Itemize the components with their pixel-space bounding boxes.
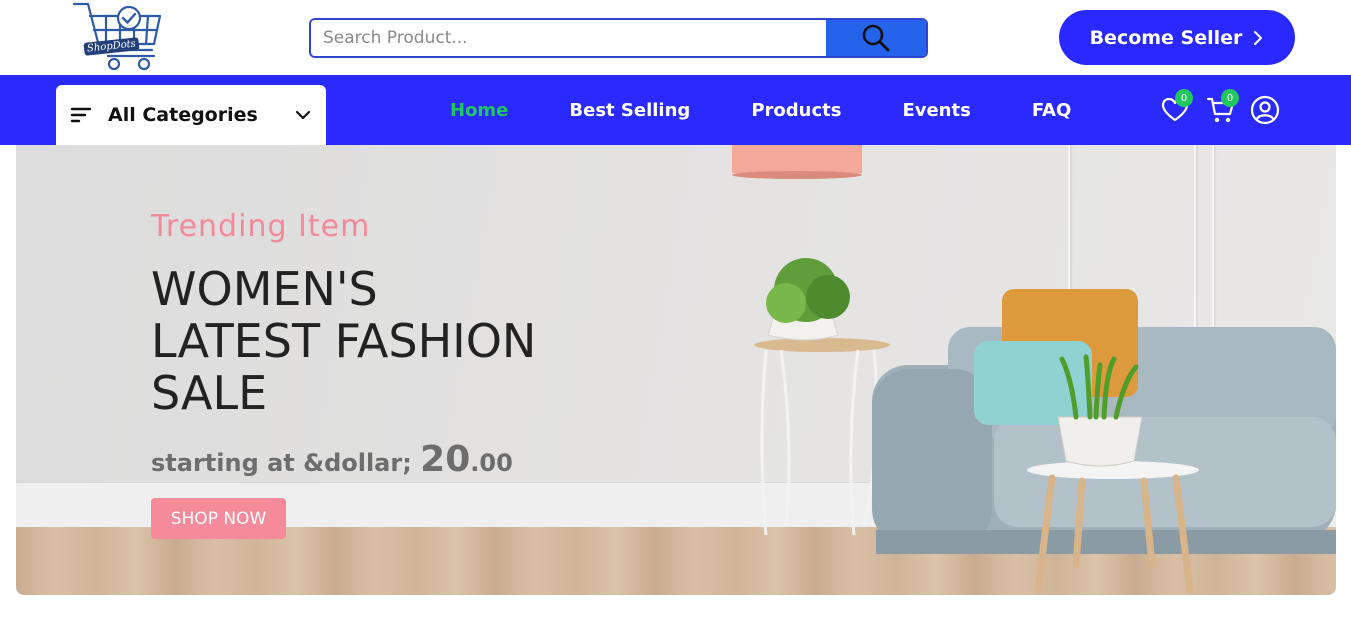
nav-link-products[interactable]: Products xyxy=(751,100,841,121)
wishlist-count-badge: 0 xyxy=(1175,89,1193,107)
search-input[interactable] xyxy=(311,20,826,56)
user-circle-icon xyxy=(1250,95,1280,125)
sort-lines-icon xyxy=(70,107,92,123)
chevron-right-icon xyxy=(1254,30,1263,45)
become-seller-button[interactable]: Become Seller xyxy=(1059,10,1295,65)
price-whole: 20 xyxy=(420,439,471,480)
hero-title-line: SALE xyxy=(151,366,268,420)
shop-now-button[interactable]: SHOP NOW xyxy=(151,498,286,539)
search-button[interactable] xyxy=(826,20,926,56)
cart-logo-icon xyxy=(72,2,162,71)
nav-link-home[interactable]: Home xyxy=(450,100,508,121)
profile-button[interactable] xyxy=(1250,95,1280,125)
wishlist-button[interactable]: 0 xyxy=(1160,89,1193,125)
nav-links: Home Best Selling Products Events FAQ xyxy=(450,75,1132,145)
cart-button[interactable]: 0 xyxy=(1206,89,1239,125)
hero-banner: Trending Item WOMEN'S LATEST FASHION SAL… xyxy=(16,145,1336,595)
shopdots-logo[interactable]: ShopDots xyxy=(70,0,165,75)
top-header: ShopDots Become Seller xyxy=(0,0,1351,75)
hero-title-line: LATEST FASHION xyxy=(151,314,537,368)
price-prefix: starting at &dollar; xyxy=(151,449,421,477)
categories-label: All Categories xyxy=(108,104,258,126)
search-bar xyxy=(309,18,928,58)
nav-link-best-selling[interactable]: Best Selling xyxy=(569,100,690,121)
become-seller-label: Become Seller xyxy=(1089,26,1243,49)
all-categories-dropdown[interactable]: All Categories xyxy=(56,85,326,145)
hero-title: WOMEN'S LATEST FASHION SALE xyxy=(151,263,671,419)
nav-link-faq[interactable]: FAQ xyxy=(1032,100,1071,121)
search-icon xyxy=(862,24,890,52)
cart-count-badge: 0 xyxy=(1221,89,1239,107)
nav-link-events[interactable]: Events xyxy=(902,100,970,121)
price-cents: .00 xyxy=(470,449,513,477)
hero-title-line: WOMEN'S xyxy=(151,262,378,316)
main-navbar: All Categories Home Best Selling Product… xyxy=(0,75,1351,145)
hero-subtitle: Trending Item xyxy=(151,209,371,244)
chevron-down-icon xyxy=(295,110,311,120)
hero-price: starting at &dollar; 20.00 xyxy=(151,439,513,480)
